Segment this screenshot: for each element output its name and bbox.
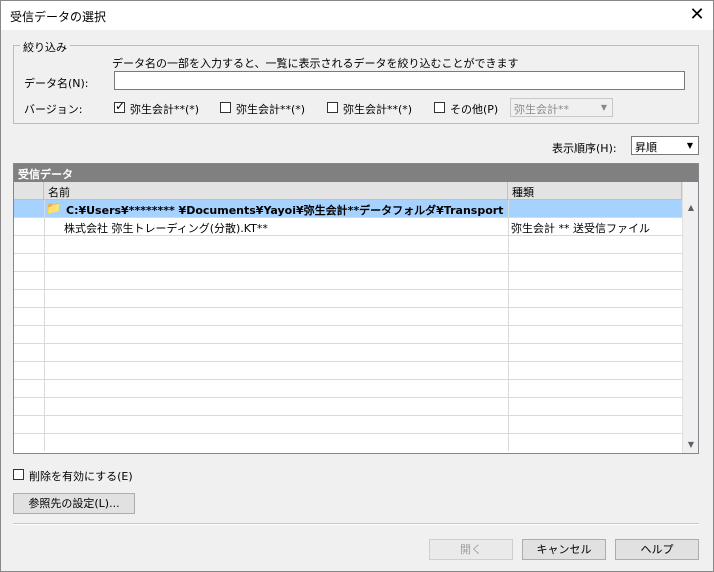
row-type: 弥生会計 ** 送受信ファイル — [511, 222, 650, 235]
received-data-grid: 受信データ 名前 種類 📁 C:¥Users¥******** ¥Documen… — [13, 163, 699, 454]
filter-hint: データ名の一部を入力すると、一覧に表示されるデータを絞り込むことができます — [112, 57, 519, 70]
empty-row — [14, 272, 682, 290]
version-checkbox-3-label: 弥生会計**(*) — [343, 103, 413, 116]
cancel-button[interactable]: キャンセル — [522, 539, 606, 560]
row-name: 株式会社 弥生トレーディング(分散).KT** — [64, 222, 268, 235]
table-row[interactable]: 株式会社 弥生トレーディング(分散).KT** 弥生会計 ** 送受信ファイル — [14, 218, 682, 236]
grid-title-bar: 受信データ — [14, 164, 698, 182]
filter-group-label: 絞り込み — [20, 39, 70, 55]
version-checkbox-3[interactable] — [327, 102, 338, 113]
folder-icon: 📁 — [46, 201, 61, 215]
column-header-name-label: 名前 — [48, 186, 70, 199]
empty-row — [14, 416, 682, 434]
other-version-combo[interactable]: 弥生会計** ▼ — [510, 98, 613, 117]
empty-row — [14, 344, 682, 362]
version-checkbox-other-label: その他(P) — [450, 103, 499, 116]
empty-row — [14, 254, 682, 272]
enable-delete-label: 削除を有効にする(E) — [29, 470, 133, 483]
version-checkbox-2-label: 弥生会計**(*) — [236, 103, 306, 116]
scroll-down-icon[interactable]: ▼ — [683, 437, 698, 453]
column-header-type[interactable]: 種類 — [508, 182, 682, 200]
empty-row — [14, 434, 682, 452]
other-version-value: 弥生会計** — [514, 103, 569, 116]
empty-row — [14, 290, 682, 308]
sort-order-value: 昇順 — [635, 141, 657, 154]
divider — [13, 523, 699, 525]
data-name-input[interactable] — [114, 71, 685, 90]
column-header-type-label: 種類 — [512, 186, 534, 199]
empty-row — [14, 308, 682, 326]
data-name-label: データ名(N): — [24, 77, 89, 90]
empty-row — [14, 398, 682, 416]
open-button[interactable]: 開く — [429, 539, 513, 560]
empty-row — [14, 362, 682, 380]
enable-delete-checkbox[interactable] — [13, 469, 24, 480]
version-checkbox-2[interactable] — [220, 102, 231, 113]
version-label: バージョン: — [24, 103, 83, 116]
sort-order-select[interactable]: 昇順 ▼ — [631, 136, 699, 155]
sort-label: 表示順序(H): — [552, 142, 617, 155]
close-icon[interactable]: ✕ — [684, 2, 710, 28]
window-title: 受信データの選択 — [10, 10, 107, 24]
row-name: C:¥Users¥******** ¥Documents¥Yayoi¥弥生会計*… — [66, 204, 504, 217]
chevron-down-icon: ▼ — [686, 141, 694, 150]
title-bar: 受信データの選択 ✕ — [0, 0, 714, 30]
empty-row — [14, 236, 682, 254]
version-checkbox-other[interactable] — [434, 102, 445, 113]
row-header-cell — [14, 182, 44, 200]
grid-title: 受信データ — [18, 168, 73, 181]
vertical-scrollbar[interactable]: ▲ ▼ — [682, 182, 698, 453]
empty-row — [14, 326, 682, 344]
reference-settings-button[interactable]: 参照先の設定(L)... — [13, 493, 135, 514]
scroll-up-icon[interactable]: ▲ — [683, 200, 698, 216]
empty-row — [14, 380, 682, 398]
table-row[interactable]: 📁 C:¥Users¥******** ¥Documents¥Yayoi¥弥生会… — [14, 200, 682, 218]
help-button[interactable]: ヘルプ — [615, 539, 699, 560]
version-checkbox-1-label: 弥生会計**(*) — [130, 103, 200, 116]
column-header-name[interactable]: 名前 — [44, 182, 508, 200]
version-checkbox-1[interactable] — [114, 99, 125, 113]
chevron-down-icon: ▼ — [600, 103, 608, 112]
